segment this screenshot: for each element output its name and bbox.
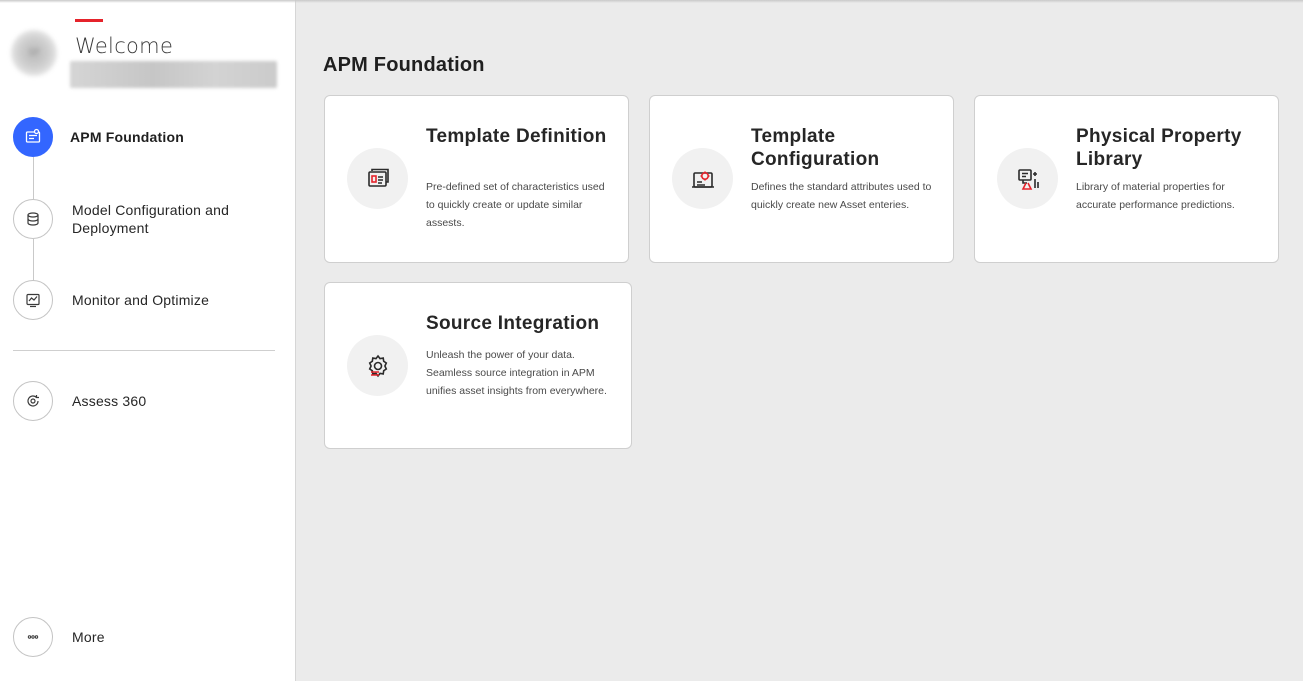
sidebar-item-label: Monitor and Optimize [72, 292, 210, 308]
template-configuration-icon [672, 148, 733, 209]
card-title: Template Definition [426, 126, 607, 147]
template-definition-icon [347, 148, 408, 209]
sidebar-item-more[interactable]: More [13, 615, 283, 659]
sidebar-item-assess-360[interactable]: Assess 360 [13, 379, 283, 423]
card-source-integration[interactable]: Source Integration Unleash the power of … [324, 282, 632, 449]
nav-connector [33, 239, 34, 281]
physical-property-icon [997, 148, 1058, 209]
nav-divider [13, 350, 275, 351]
card-template-definition[interactable]: Template Definition Pre-defined set of c… [324, 95, 629, 263]
nav-connector [33, 157, 34, 199]
card-template-configuration[interactable]: Template Configuration Defines the stand… [649, 95, 954, 263]
card-description: Library of material properties for accur… [1076, 181, 1235, 211]
user-name-redacted [70, 61, 277, 88]
sidebar-item-model-configuration[interactable]: Model Configuration and Deployment [13, 197, 283, 241]
sidebar-item-label: APM Foundation [70, 129, 185, 145]
sidebar-item-label: Model Configuration and Deployment [72, 202, 230, 236]
refresh-target-icon [13, 381, 53, 421]
card-title: Source Integration [426, 313, 600, 334]
top-shadow [0, 0, 1303, 3]
more-icon [13, 617, 53, 657]
card-description: Unleash the power of your data. Seamless… [426, 349, 607, 397]
sidebar-item-label: More [72, 629, 105, 645]
card-title: Template Configuration [751, 126, 880, 170]
card-title: Physical Property Library [1076, 126, 1242, 170]
card-description: Pre-defined set of characteristics used … [426, 181, 605, 229]
sidebar: SP Welcome APM Foundation Model Configur… [0, 0, 296, 681]
page-title: APM Foundation [323, 54, 485, 76]
sidebar-item-apm-foundation[interactable]: APM Foundation [13, 115, 283, 159]
sidebar-item-label: Assess 360 [72, 393, 147, 409]
welcome-title: Welcome [75, 34, 174, 58]
sidebar-item-monitor-optimize[interactable]: Monitor and Optimize [13, 278, 283, 322]
welcome-accent-bar [75, 19, 103, 22]
template-icon [13, 117, 53, 157]
avatar[interactable]: SP [11, 30, 57, 76]
monitor-icon [13, 280, 53, 320]
card-physical-property-library[interactable]: Physical Property Library Library of mat… [974, 95, 1279, 263]
database-icon [13, 199, 53, 239]
source-integration-icon [347, 335, 408, 396]
card-description: Defines the standard attributes used to … [751, 181, 932, 211]
